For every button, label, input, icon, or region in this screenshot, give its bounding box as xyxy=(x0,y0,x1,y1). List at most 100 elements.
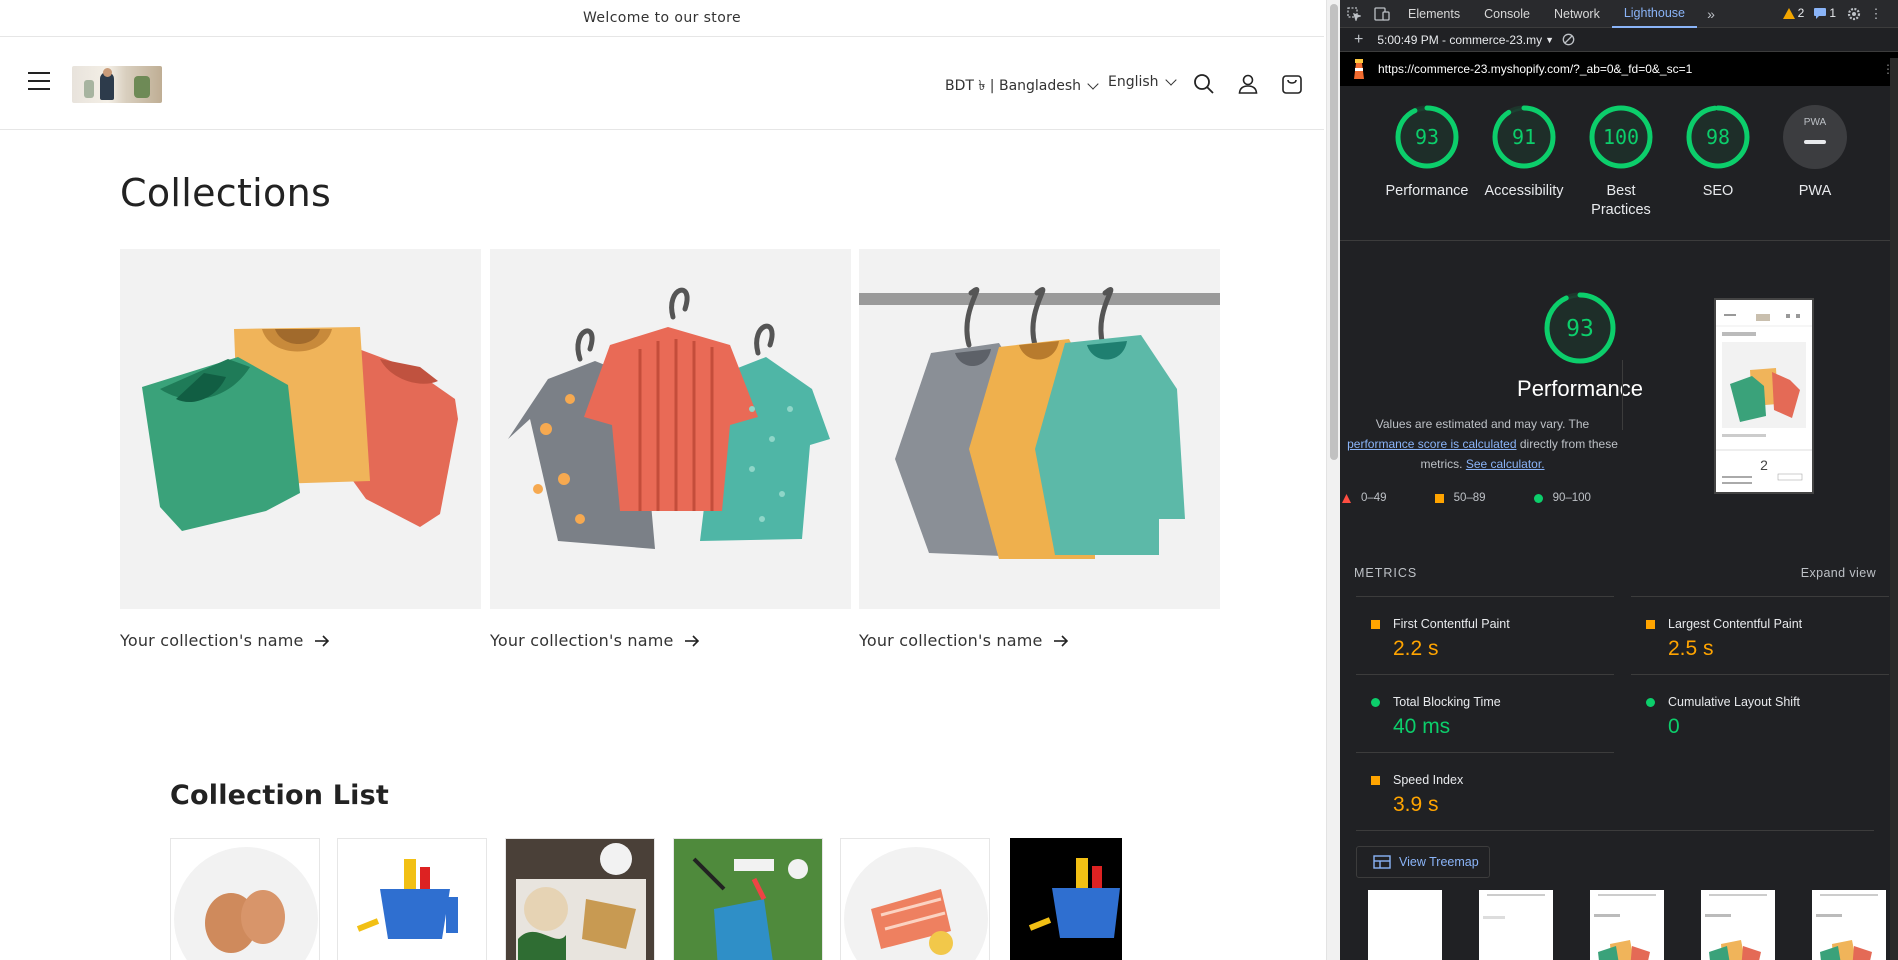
collection-card[interactable]: Your collection's name xyxy=(490,249,851,650)
warnings-badge[interactable]: 2 xyxy=(1782,6,1805,20)
messages-count: 1 xyxy=(1829,6,1836,20)
page-scrollbar[interactable] xyxy=(1326,0,1340,960)
metric-speed-index[interactable]: Speed Index 3.9 s xyxy=(1356,752,1614,830)
metric-cumulative-layout-shift[interactable]: Cumulative Layout Shift 0 xyxy=(1631,674,1889,752)
gauge-performance[interactable]: 93 Performance xyxy=(1379,104,1475,201)
filmstrip-frame xyxy=(1368,890,1442,960)
device-toolbar-icon[interactable] xyxy=(1368,0,1396,28)
performance-description: Values are estimated and may vary. The p… xyxy=(1340,414,1625,474)
lighthouse-toolbar: + 5:00:49 PM - commerce-23.my ▼ xyxy=(1340,28,1898,52)
dropdown-icon: ▼ xyxy=(1545,34,1554,45)
gauge-label: SEO xyxy=(1702,183,1734,199)
metric-total-blocking-time[interactable]: Total Blocking Time 40 ms xyxy=(1356,674,1614,752)
gauge-best-practices[interactable]: 100 Best Practices xyxy=(1573,104,1669,220)
gauge-label: Performance xyxy=(1385,183,1469,199)
metric-largest-contentful-paint[interactable]: Largest Contentful Paint 2.5 s xyxy=(1631,596,1889,674)
gauge-seo[interactable]: 98 SEO xyxy=(1670,104,1766,201)
language-selector[interactable]: English xyxy=(1108,74,1177,90)
square-icon xyxy=(1646,620,1655,629)
collection-thumb-baby[interactable] xyxy=(673,838,823,960)
chevron-down-icon xyxy=(1087,78,1099,90)
expand-view-toggle[interactable]: Expand view xyxy=(1801,566,1876,580)
legend-text: 90–100 xyxy=(1552,492,1591,504)
svg-text:2: 2 xyxy=(1760,457,1768,473)
devtools-tabbar: Elements Console Network Lighthouse » 2 … xyxy=(1340,0,1898,28)
gauge-accessibility[interactable]: 91 Accessibility xyxy=(1476,104,1572,201)
square-icon xyxy=(1371,776,1380,785)
metric-value: 2.5 s xyxy=(1668,637,1714,660)
collection-thumb-cleaning[interactable] xyxy=(337,838,487,960)
collection-thumb-fish[interactable] xyxy=(840,838,990,960)
storefront-page: Welcome to our store BDT ৳ | Bangladesh … xyxy=(0,0,1324,960)
view-treemap-label: View Treemap xyxy=(1399,855,1479,869)
collection-image-shirts-folded xyxy=(120,249,481,609)
inspect-element-icon[interactable] xyxy=(1340,0,1368,28)
collection-card[interactable]: Your collection's name xyxy=(859,249,1220,650)
circle-icon xyxy=(1646,698,1655,707)
metric-name: Speed Index xyxy=(1393,773,1464,787)
warnings-count: 2 xyxy=(1797,6,1805,20)
collection-name: Your collection's name xyxy=(490,631,674,650)
metric-name: Cumulative Layout Shift xyxy=(1668,695,1801,709)
metric-value: 3.9 s xyxy=(1393,793,1439,816)
collection-card[interactable]: Your collection's name xyxy=(120,249,481,650)
messages-badge[interactable]: 1 xyxy=(1814,6,1836,20)
see-calculator-link[interactable]: See calculator. xyxy=(1466,457,1545,471)
filmstrip-frame xyxy=(1812,890,1886,960)
chevron-down-icon xyxy=(1164,74,1177,86)
circle-icon xyxy=(1533,493,1543,503)
score-calculated-link[interactable]: performance score is calculated xyxy=(1347,437,1516,451)
search-icon[interactable] xyxy=(1192,72,1216,96)
site-header: BDT ৳ | Bangladesh English xyxy=(0,38,1324,130)
message-icon xyxy=(1814,7,1827,19)
gauge-label: PWA xyxy=(1798,183,1832,199)
gauge-label: Accessibility xyxy=(1484,183,1564,199)
pwa-badge-text: PWA xyxy=(1804,117,1827,128)
filmstrip-frame xyxy=(1701,890,1775,960)
lighthouse-logo-icon xyxy=(1354,59,1364,79)
account-icon[interactable] xyxy=(1236,72,1260,96)
currency-label: BDT ৳ | Bangladesh xyxy=(945,78,1082,94)
clear-reports-icon[interactable] xyxy=(1562,33,1575,46)
page-title: Collections xyxy=(120,171,332,215)
performance-score: 93 xyxy=(1566,316,1594,342)
collection-link[interactable]: Your collection's name xyxy=(859,631,1220,650)
filmstrip-frame xyxy=(1479,890,1553,960)
collection-thumb-cleaning-dark[interactable] xyxy=(1010,838,1122,960)
metric-value: 2.2 s xyxy=(1393,637,1439,660)
menu-button[interactable] xyxy=(28,72,50,92)
tab-lighthouse[interactable]: Lighthouse xyxy=(1611,0,1697,28)
collection-image-shirts-hanging xyxy=(490,249,851,609)
kebab-menu-icon[interactable]: ⋮ xyxy=(1862,0,1890,28)
devtools-scrollbar[interactable] xyxy=(1890,58,1898,960)
metric-name: Total Blocking Time xyxy=(1393,695,1501,709)
metric-name: Largest Contentful Paint xyxy=(1668,617,1803,631)
legend-text: 0–49 xyxy=(1361,492,1387,504)
tab-elements[interactable]: Elements xyxy=(1396,0,1472,28)
collection-link[interactable]: Your collection's name xyxy=(490,631,851,650)
metric-first-contentful-paint[interactable]: First Contentful Paint 2.2 s xyxy=(1356,596,1614,674)
view-treemap-button[interactable]: View Treemap xyxy=(1356,846,1490,878)
filmstrip-frame xyxy=(1590,890,1664,960)
collection-thumb-eggs[interactable] xyxy=(170,838,320,960)
tab-network[interactable]: Network xyxy=(1542,0,1612,28)
store-logo[interactable] xyxy=(72,66,162,103)
legend-text: 50–89 xyxy=(1453,492,1486,504)
gauge-pwa[interactable]: PWA PWA xyxy=(1767,104,1863,201)
collection-link[interactable]: Your collection's name xyxy=(120,631,481,650)
tab-console[interactable]: Console xyxy=(1472,0,1542,28)
new-report-icon[interactable]: + xyxy=(1354,31,1363,49)
gauge-score: 93 xyxy=(1415,125,1439,149)
collection-thumb-breakfast[interactable] xyxy=(505,838,655,960)
performance-summary: 93 Performance xyxy=(1440,290,1720,402)
more-tabs-icon[interactable]: » xyxy=(1697,0,1725,28)
arrow-right-icon xyxy=(684,634,699,647)
report-selector[interactable]: 5:00:49 PM - commerce-23.my ▼ xyxy=(1377,33,1554,47)
currency-selector[interactable]: BDT ৳ | Bangladesh xyxy=(945,74,1099,98)
metrics-title: METRICS xyxy=(1354,566,1418,580)
report-url: https://commerce-23.myshopify.com/?_ab=0… xyxy=(1378,62,1693,76)
language-label: English xyxy=(1108,74,1159,90)
page-screenshot-thumbnail[interactable]: 2 xyxy=(1714,298,1814,494)
cart-icon[interactable] xyxy=(1280,72,1304,96)
circle-icon xyxy=(1371,698,1380,707)
